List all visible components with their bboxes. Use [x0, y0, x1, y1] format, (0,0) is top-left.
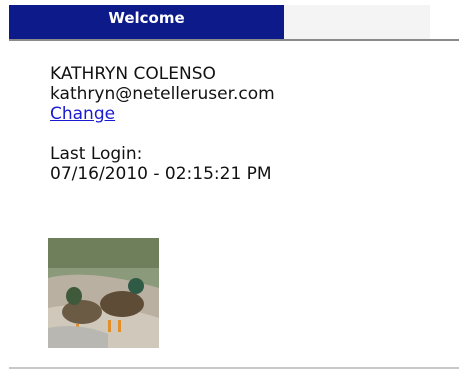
change-link[interactable]: Change	[50, 104, 115, 124]
last-login-timestamp: 07/16/2010 - 02:15:21 PM	[50, 164, 272, 184]
avatar	[48, 238, 159, 348]
tab-welcome[interactable]: Welcome	[9, 5, 284, 39]
tab-bar: Welcome	[9, 5, 430, 39]
last-login-label: Last Login:	[50, 144, 143, 164]
ducks-photo-icon	[48, 238, 159, 348]
bottom-divider	[9, 367, 459, 369]
user-name: KATHRYN COLENSO	[50, 64, 216, 84]
tab-divider	[9, 39, 459, 41]
welcome-panel: KATHRYN COLENSO kathryn@netelleruser.com…	[50, 64, 275, 184]
user-email: kathryn@netelleruser.com	[50, 84, 275, 104]
